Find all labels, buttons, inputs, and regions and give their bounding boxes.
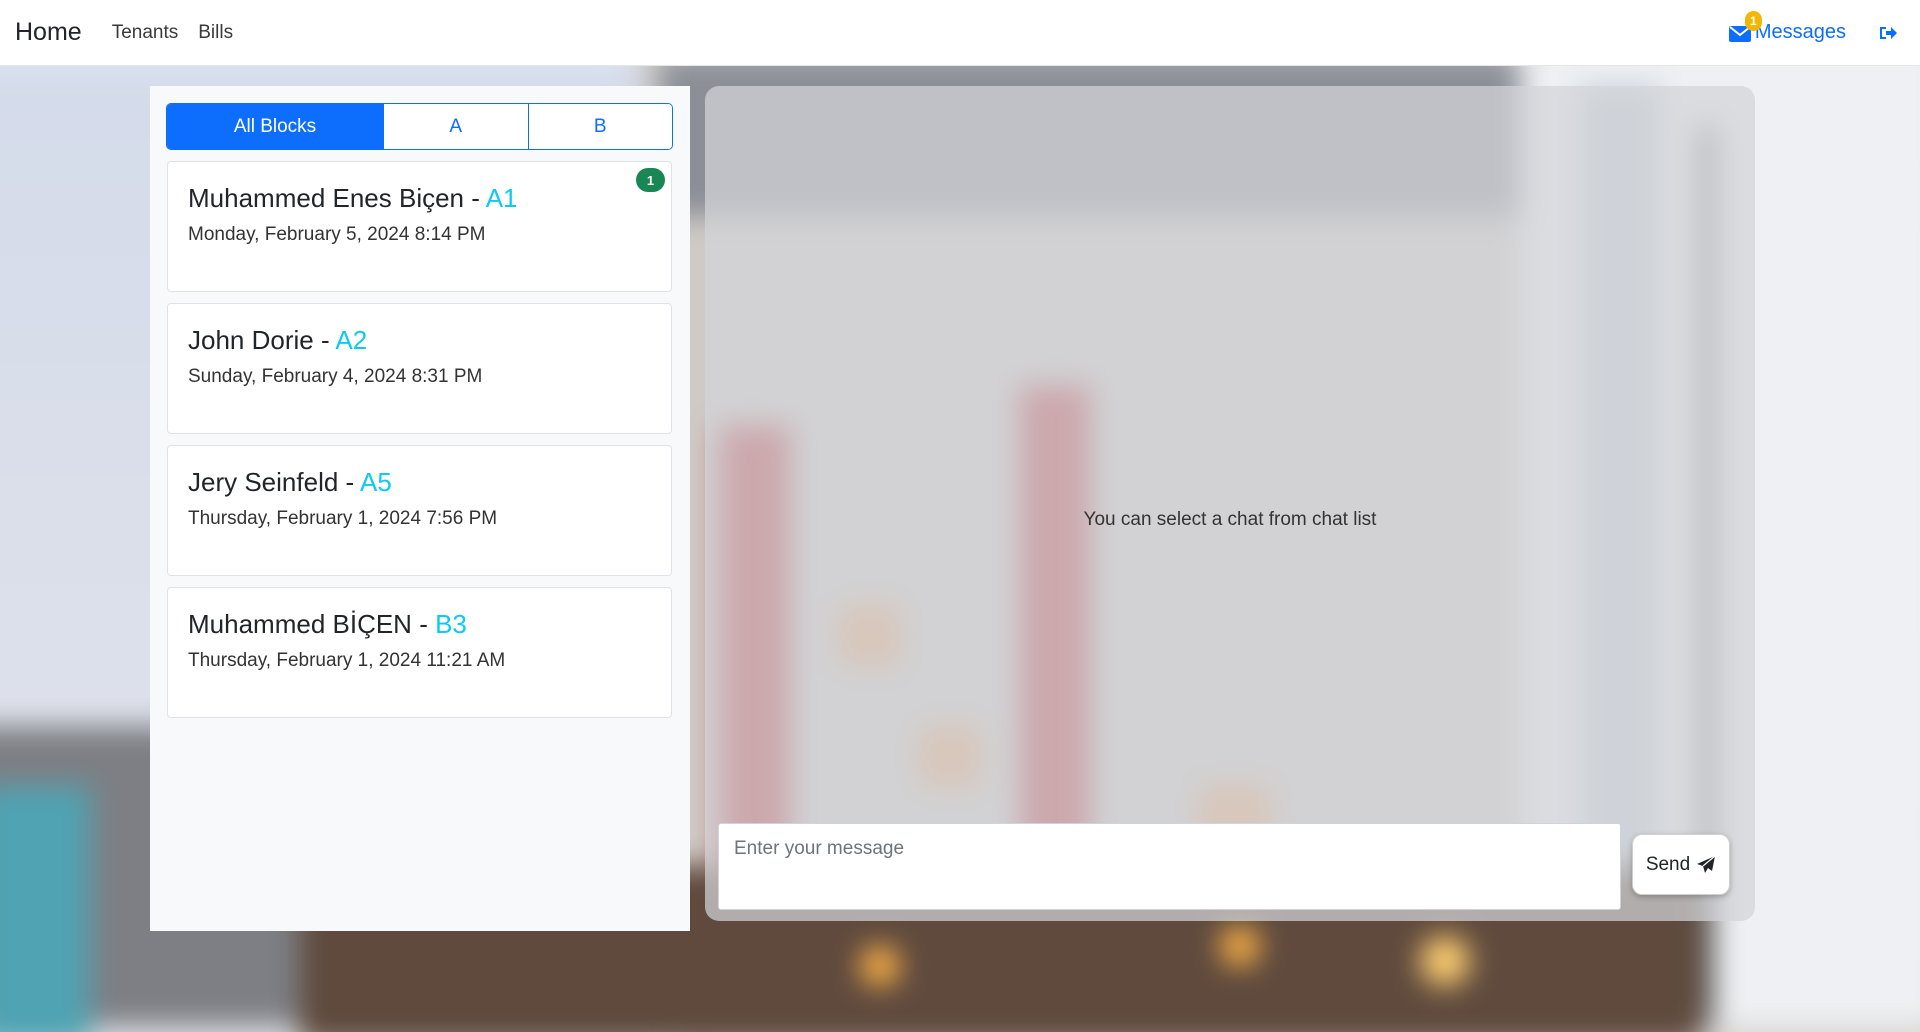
tab-block-a[interactable]: A	[383, 104, 528, 149]
send-label: Send	[1645, 853, 1691, 875]
name-separator: -	[313, 325, 336, 355]
top-navbar: Home Tenants Bills 1 Messages	[0, 0, 1920, 66]
navbar-right: 1 Messages	[1728, 11, 1920, 44]
name-separator: -	[411, 609, 436, 639]
messages-label: Messages	[1754, 21, 1846, 43]
tenant-name: Muhammed Enes Biçen	[188, 183, 465, 213]
logout-icon[interactable]	[1878, 24, 1898, 42]
chat-date: Monday, February 5, 2024 8:14 PM	[188, 224, 486, 245]
tab-block-b[interactable]: B	[527, 104, 672, 149]
nav-link-bills[interactable]: Bills	[198, 22, 233, 44]
unit-label: A2	[335, 325, 368, 355]
messages-link[interactable]: 1 Messages	[1728, 11, 1846, 44]
chat-title: Muhammed BİÇEN - B3	[188, 608, 651, 640]
chat-list: Muhammed Enes Biçen - A1 Monday, Februar…	[167, 161, 672, 729]
nav-link-tenants[interactable]: Tenants	[112, 22, 179, 44]
chat-title: John Dorie - A2	[188, 324, 651, 356]
name-separator: -	[464, 183, 486, 213]
paper-plane-icon	[1697, 855, 1716, 873]
tenant-name: Muhammed BİÇEN	[188, 609, 412, 639]
tab-all-blocks[interactable]: All Blocks	[167, 104, 383, 149]
chat-panel: You can select a chat from chat list Sen…	[705, 86, 1755, 921]
block-filter-tabs: All Blocks A B	[166, 103, 673, 150]
chat-date: Sunday, February 4, 2024 8:31 PM	[188, 366, 483, 387]
unread-badge: 1	[636, 168, 665, 192]
unit-label: A5	[359, 467, 392, 497]
chat-date: Thursday, February 1, 2024 11:21 AM	[188, 650, 506, 671]
unit-label: B3	[435, 609, 467, 639]
chat-title: Muhammed Enes Biçen - A1	[188, 182, 651, 214]
name-separator: -	[338, 467, 360, 497]
home-link[interactable]: Home	[15, 18, 82, 47]
send-button[interactable]: Send	[1632, 834, 1730, 895]
chat-title: Jery Seinfeld - A5	[188, 466, 651, 498]
chat-list-panel: All Blocks A B Muhammed Enes Biçen - A1 …	[150, 86, 690, 931]
tenant-name: Jery Seinfeld	[188, 467, 339, 497]
message-input[interactable]	[718, 823, 1621, 910]
chat-list-item[interactable]: Muhammed BİÇEN - B3 Thursday, February 1…	[167, 587, 672, 718]
empty-chat-message: You can select a chat from chat list	[1083, 509, 1377, 530]
chat-list-item[interactable]: Muhammed Enes Biçen - A1 Monday, Februar…	[167, 161, 672, 292]
chat-date: Thursday, February 1, 2024 7:56 PM	[188, 508, 498, 529]
chat-list-item[interactable]: John Dorie - A2 Sunday, February 4, 2024…	[167, 303, 672, 434]
tenant-name: John Dorie	[188, 325, 314, 355]
chat-list-item[interactable]: Jery Seinfeld - A5 Thursday, February 1,…	[167, 445, 672, 576]
messages-badge: 1	[1744, 11, 1762, 31]
unit-label: A1	[485, 183, 518, 213]
